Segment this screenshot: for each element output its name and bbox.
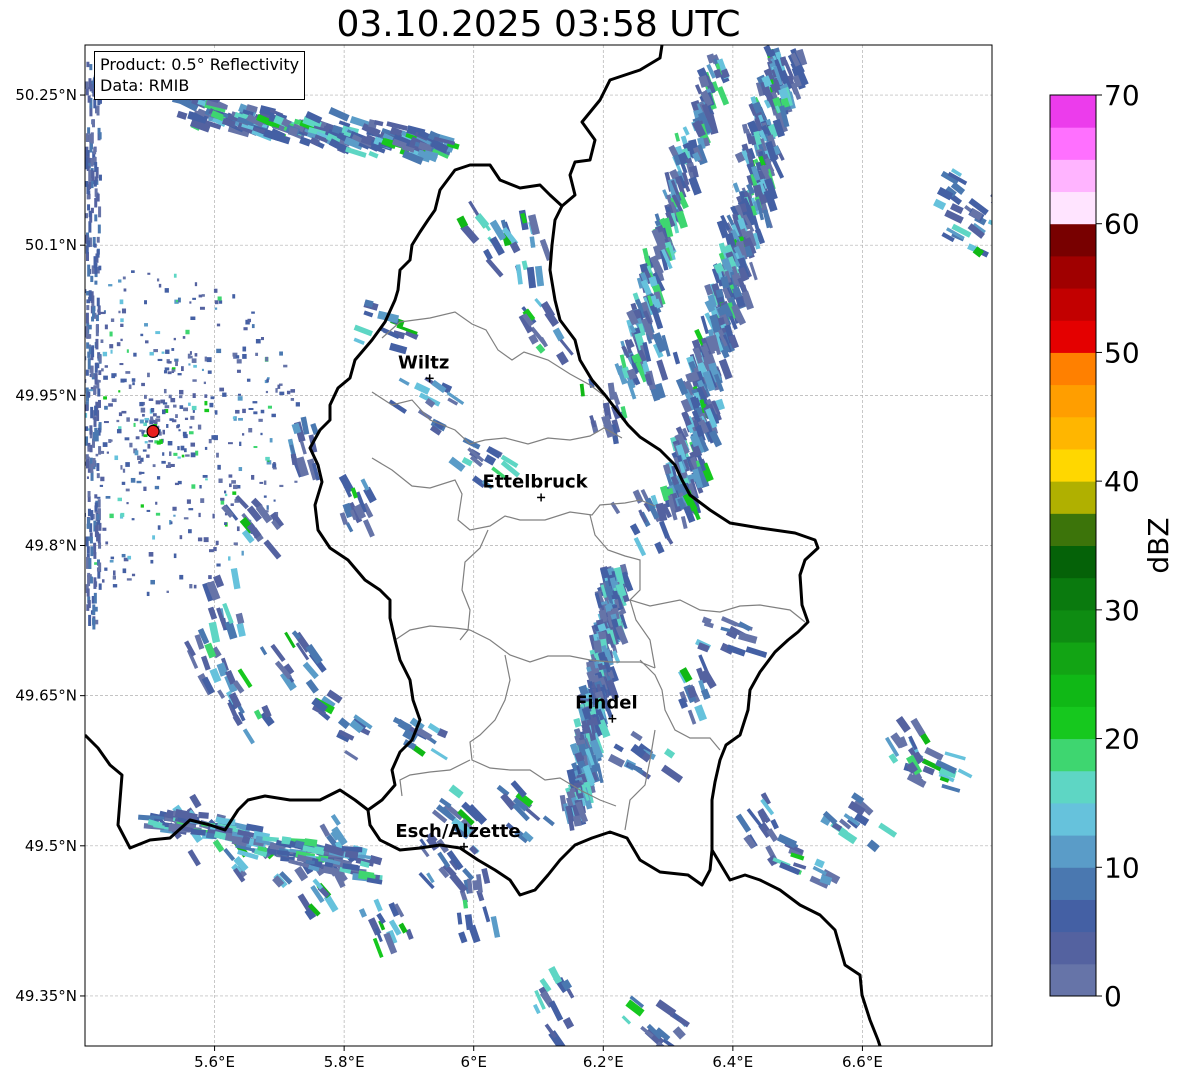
colorbar-tick-label: 20 [1104,723,1140,756]
colorbar-segment [1050,320,1096,353]
y-tick-label: 49.5°N [25,837,77,855]
colorbar-segment [1050,481,1096,514]
x-tick-label: 6°E [460,1053,487,1071]
colorbar-segment [1050,706,1096,740]
x-tick-label: 5.8°E [324,1053,365,1071]
map-canvas: 5.6°E 5.8°E 6°E 6.2°E 6.4°E 6.6°E 50.25°N 50.1°… [15,44,1175,1071]
x-tick-label: 6.4°E [712,1053,753,1071]
y-tick-label: 49.8°N [25,537,77,555]
city-label: Findel [575,693,638,714]
colorbar-segment [1050,609,1096,643]
y-tick-label: 49.95°N [15,386,77,404]
colorbar-segment [1050,899,1096,933]
y-tick-label: 49.65°N [15,687,77,705]
colorbar-tick-label: 10 [1104,851,1140,884]
colorbar-segment [1050,545,1096,579]
colorbar-segment [1050,416,1096,450]
city-label: Wiltz [398,352,449,373]
colorbar-tick-label: 40 [1104,465,1140,498]
info-box: Product: 0.5° Reflectivity Data: RMIB [94,51,306,100]
x-tick-label: 6.2°E [583,1053,624,1071]
product-label: Product: 0.5° Reflectivity [100,55,300,74]
colorbar-segment [1050,191,1096,225]
colorbar-segment [1050,288,1096,321]
colorbar-tick-label: 60 [1104,208,1140,241]
colorbar-segment [1050,255,1096,289]
colorbar-segment [1050,577,1096,611]
radar-site-marker [146,424,160,438]
colorbar-segment [1050,642,1096,675]
colorbar-segment [1050,802,1096,836]
colorbar-segment [1050,513,1096,546]
colorbar-tick-label: 30 [1104,594,1140,627]
data-source-label: Data: RMIB [100,76,190,95]
colorbar-segment [1050,95,1096,128]
colorbar-segment [1050,223,1096,257]
colorbar-segment [1050,448,1096,482]
city-label: Esch/Alzette [395,821,520,842]
colorbar-tick-label: 70 [1104,79,1140,112]
colorbar-segment [1050,674,1096,707]
x-tick-label: 5.6°E [194,1053,235,1071]
x-tick-label: 6.6°E [842,1053,883,1071]
colorbar-segment [1050,835,1096,868]
colorbar-segment [1050,159,1096,193]
colorbar-segment [1050,770,1096,804]
colorbar: 0 10 20 30 40 50 60 70 dBZ [1049,79,1175,1013]
colorbar-label: dBZ [1142,517,1175,573]
colorbar-segment [1050,738,1096,772]
colorbar-segment [1050,963,1096,997]
colorbar-segment [1050,867,1096,900]
city-label: Ettelbruck [483,471,589,492]
colorbar-segment [1050,384,1096,418]
y-tick-label: 50.25°N [15,86,77,104]
y-tick-label: 50.1°N [25,236,77,254]
radar-site-dot [146,424,160,438]
colorbar-segment [1050,127,1096,160]
colorbar-segment [1050,352,1096,386]
colorbar-segment [1050,931,1096,965]
radar-map-figure: 03.10.2025 03:58 UTC 5.6°E 5.8°E 6°E 6.2°E 6… [0,0,1184,1081]
y-tick-label: 49.35°N [15,987,77,1005]
colorbar-tick-label: 50 [1104,336,1140,369]
colorbar-tick-label: 0 [1104,980,1122,1013]
